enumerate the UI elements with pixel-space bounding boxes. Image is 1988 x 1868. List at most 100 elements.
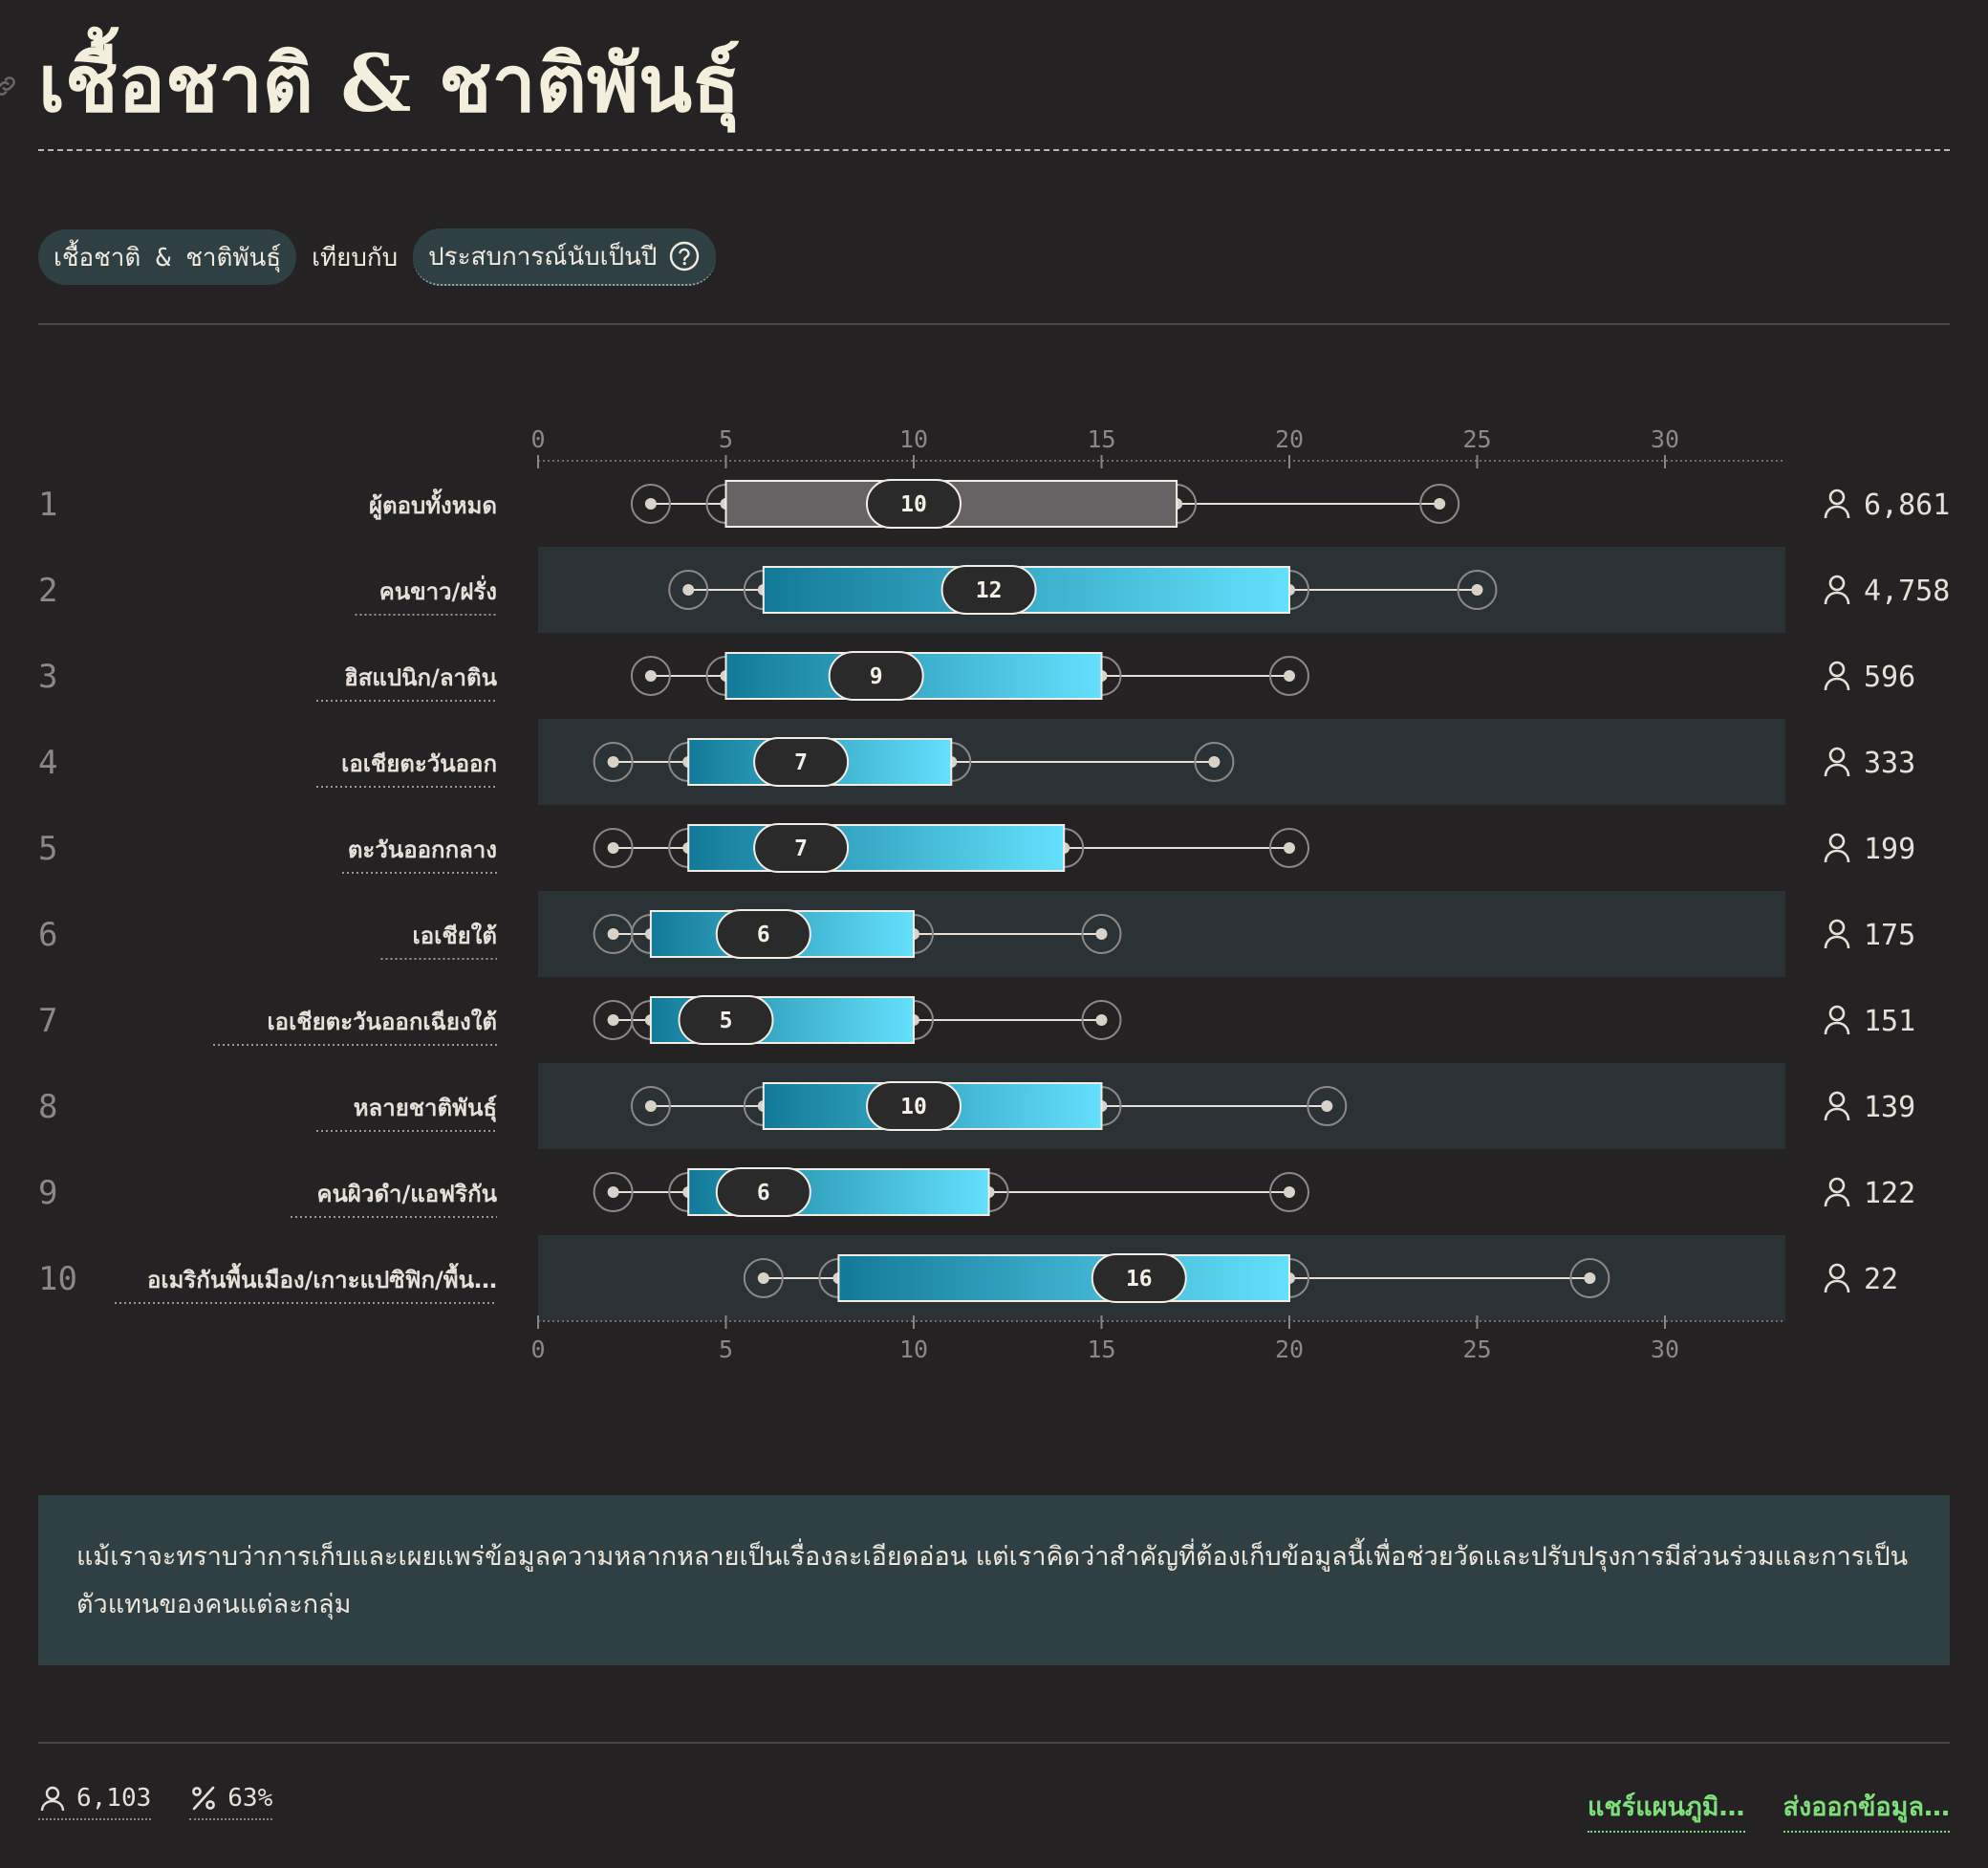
row-count: 122: [1864, 1177, 1915, 1210]
median-label: 6: [757, 923, 770, 947]
p10-dot: [607, 842, 619, 854]
percent-stat[interactable]: 63%: [189, 1784, 273, 1820]
median-label: 12: [976, 578, 1003, 603]
p10-dot: [607, 1186, 619, 1198]
group-by-label: เชื้อชาติ & ชาติพันธุ์: [54, 243, 282, 272]
share-chart-link[interactable]: แชร์แผนภูมิ…: [1588, 1786, 1745, 1833]
p90-dot: [1095, 1014, 1108, 1026]
person-icon-head: [1828, 1091, 1846, 1108]
person-icon-head: [1828, 919, 1846, 936]
row-rank: 3: [38, 658, 57, 696]
group-by-dropdown[interactable]: เชื้อชาติ & ชาติพันธุ์: [38, 229, 297, 285]
x-tick-label-top: 25: [1462, 425, 1491, 453]
row-label[interactable]: ตะวันออกกลาง: [348, 836, 497, 863]
median-label: 7: [794, 750, 808, 775]
person-icon-head: [1828, 1005, 1846, 1022]
footer-divider: [38, 1742, 1950, 1744]
person-icon: [1824, 1091, 1850, 1121]
row-label[interactable]: เอเชียตะวันออก: [341, 750, 497, 777]
person-icon-body: [1824, 849, 1850, 863]
person-icon-head: [1828, 1177, 1846, 1194]
percent-value: 63%: [227, 1784, 273, 1813]
row-rank: 4: [38, 744, 57, 782]
x-tick-label-top: 10: [899, 425, 928, 453]
row-count: 4,758: [1864, 575, 1950, 608]
row-rank: 5: [38, 830, 57, 868]
row-rank: 8: [38, 1088, 57, 1126]
row-rank: 10: [38, 1260, 77, 1298]
x-tick-label-top: 15: [1087, 425, 1115, 453]
p10-dot: [644, 1100, 657, 1112]
person-icon-body: [1824, 763, 1850, 777]
percent-icon: [192, 1786, 216, 1811]
p90-dot: [1284, 842, 1295, 854]
person-icon: [1824, 833, 1850, 863]
respondents-stat[interactable]: 6,103: [38, 1784, 152, 1820]
respondents-count: 6,103: [76, 1784, 152, 1813]
x-tick-label-bottom: 15: [1087, 1336, 1115, 1363]
row-count: 139: [1864, 1091, 1915, 1124]
person-icon-body: [1824, 677, 1850, 691]
p10-dot: [607, 756, 619, 768]
person-icon: [1824, 919, 1850, 949]
footer-actions: แชร์แผนภูมิ… ส่งออกข้อมูล…: [1588, 1786, 1950, 1833]
median-label: 10: [900, 492, 927, 517]
x-tick-label-bottom: 30: [1651, 1336, 1679, 1363]
row-label[interactable]: คนผิวดำ/แอฟริกัน: [316, 1181, 497, 1207]
p90-dot: [1095, 928, 1108, 940]
row-rank: 1: [38, 486, 57, 524]
iqr-box: [687, 824, 1066, 872]
row-label[interactable]: อเมริกันพื้นเมือง/เกาะแปซิฟิก/พื้น…: [147, 1262, 497, 1293]
box-row-3: 3 ฮิสแปนิก/ลาติน 9 596: [38, 651, 1915, 702]
row-label[interactable]: หลายชาติพันธุ์: [354, 1095, 497, 1123]
median-label: 9: [870, 664, 883, 689]
person-icon-head: [1828, 747, 1846, 764]
row-count: 199: [1864, 833, 1915, 866]
person-icon-head: [1828, 575, 1846, 592]
versus-label: เทียบกับ: [312, 243, 399, 272]
box-row-5: 5 ตะวันออกกลาง 7 199: [38, 823, 1915, 874]
x-tick-label-top: 20: [1275, 425, 1304, 453]
iqr-box: [837, 1254, 1291, 1302]
x-tick-label-top: 5: [719, 425, 733, 453]
median-label: 6: [757, 1181, 770, 1206]
help-icon[interactable]: [668, 240, 701, 272]
median-label: 16: [1126, 1267, 1153, 1292]
person-icon-body: [1824, 1279, 1850, 1293]
p90-dot: [1208, 756, 1221, 768]
diversity-note: แม้เราจะทราบว่าการเก็บและเผยแพร่ข้อมูลคว…: [38, 1495, 1950, 1665]
x-tick-label-bottom: 25: [1462, 1336, 1491, 1363]
person-icon: [1824, 489, 1850, 519]
page-title: เชื้อชาติ & ชาติพันธุ์: [38, 38, 741, 130]
person-icon: [1824, 1005, 1850, 1035]
x-tick-label-bottom: 20: [1275, 1336, 1304, 1363]
p10-dot: [757, 1272, 769, 1284]
person-icon-head: [1828, 661, 1846, 678]
row-rank: 9: [38, 1174, 57, 1212]
p90-dot: [1584, 1272, 1596, 1284]
export-data-link[interactable]: ส่งออกข้อมูล…: [1783, 1786, 1950, 1833]
header-divider: [38, 323, 1950, 325]
row-rank: 7: [38, 1002, 57, 1040]
row-label[interactable]: คนขาว/ฝรั่ง: [379, 575, 497, 605]
row-count: 6,861: [1864, 489, 1950, 522]
comparison-selector: เชื้อชาติ & ชาติพันธุ์ เทียบกับ ประสบการ…: [38, 228, 717, 286]
person-icon-head: [1828, 489, 1846, 506]
p90-dot: [1284, 670, 1295, 682]
row-label[interactable]: เอเชียใต้: [413, 922, 497, 949]
person-icon-body: [1824, 505, 1850, 519]
median-label: 7: [794, 836, 808, 861]
p10-dot: [644, 670, 657, 682]
p10-dot: [682, 584, 695, 596]
row-rank: 2: [38, 572, 57, 610]
p90-dot: [1434, 498, 1446, 510]
row-count: 596: [1864, 661, 1915, 694]
row-label[interactable]: เอเชียตะวันออกเฉียงใต้: [267, 1008, 497, 1035]
x-tick-label-bottom: 5: [719, 1336, 733, 1363]
person-icon: [1824, 1263, 1850, 1293]
metric-dropdown[interactable]: ประสบการณ์นับเป็นปี: [413, 228, 717, 286]
row-label[interactable]: ฮิสแปนิก/ลาติน: [344, 664, 497, 691]
person-icon: [40, 1786, 65, 1812]
link-icon[interactable]: [0, 73, 19, 99]
row-rank: 6: [38, 916, 57, 954]
